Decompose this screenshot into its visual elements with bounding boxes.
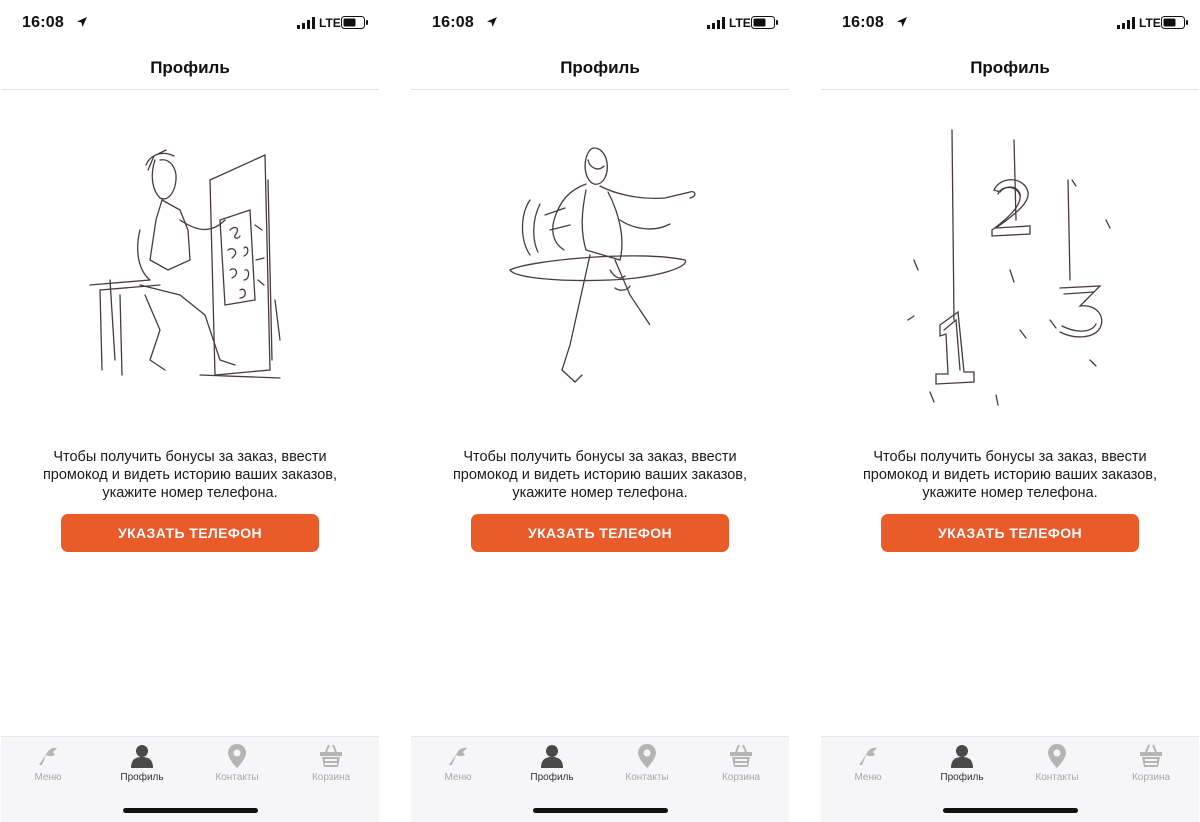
home-indicator: [533, 808, 668, 813]
tab-contacts[interactable]: Контакты: [602, 743, 692, 791]
profile-icon: [541, 745, 563, 768]
tab-menu[interactable]: Меню: [413, 743, 503, 791]
tab-contacts[interactable]: Контакты: [1012, 743, 1102, 791]
tab-cart[interactable]: Корзина: [1106, 743, 1196, 791]
tab-cart[interactable]: Корзина: [696, 743, 786, 791]
battery-icon: [1161, 16, 1188, 29]
page-title: Профиль: [150, 57, 230, 77]
navigation-bar: Профиль: [411, 46, 789, 90]
add-phone-button[interactable]: УКАЗАТЬ ТЕЛЕФОН: [881, 514, 1139, 552]
basket-icon: [730, 744, 752, 767]
tab-cart-label: Корзина: [721, 772, 761, 783]
status-time: 16:08: [432, 14, 474, 31]
location-arrow-icon: [77, 17, 87, 27]
menu-icon: [859, 747, 877, 765]
location-icon: [638, 744, 656, 768]
status-bar: 16:08 LTE: [1, 0, 379, 46]
phone-prompt-message: Чтобы получить бонусы за заказ, ввести п…: [42, 448, 338, 501]
tab-menu[interactable]: Меню: [3, 743, 93, 791]
add-phone-button[interactable]: УКАЗАТЬ ТЕЛЕФОН: [61, 514, 319, 552]
status-time: 16:08: [22, 14, 64, 31]
battery-icon: [341, 16, 368, 29]
basket-icon: [1140, 744, 1162, 767]
tab-contacts-label: Контакты: [1035, 772, 1079, 783]
status-bar: 16:08 LTE: [821, 0, 1199, 46]
phone-prompt-message: Чтобы получить бонусы за заказ, ввести п…: [862, 448, 1158, 501]
tab-cart-label: Корзина: [311, 772, 351, 783]
signal-icon: [1117, 17, 1135, 29]
phone-prompt-message: Чтобы получить бонусы за заказ, ввести п…: [452, 448, 748, 501]
tab-menu-label: Меню: [854, 772, 882, 783]
home-indicator: [123, 808, 258, 813]
menu-icon: [449, 747, 467, 765]
tab-profile-label: Профиль: [120, 772, 164, 783]
sketch-dancing-figure-illustration: [509, 147, 696, 383]
profile-icon: [131, 745, 153, 768]
sketch-person-illustration: [89, 149, 281, 379]
tab-profile-label: Профиль: [940, 772, 984, 783]
location-arrow-icon: [487, 17, 497, 27]
tab-cart[interactable]: Корзина: [286, 743, 376, 791]
carrier-label: LTE: [319, 16, 341, 30]
tab-menu-label: Меню: [34, 772, 62, 783]
signal-icon: [707, 17, 725, 29]
location-icon: [228, 744, 246, 768]
tab-menu[interactable]: Меню: [823, 743, 913, 791]
home-indicator: [943, 808, 1078, 813]
location-arrow-icon: [897, 17, 907, 27]
carrier-label: LTE: [1139, 16, 1161, 30]
tab-profile[interactable]: Профиль: [917, 743, 1007, 791]
location-icon: [1048, 744, 1066, 768]
tab-profile[interactable]: Профиль: [507, 743, 597, 791]
basket-icon: [320, 744, 342, 767]
carrier-label: LTE: [729, 16, 751, 30]
tab-contacts-label: Контакты: [625, 772, 669, 783]
tab-contacts[interactable]: Контакты: [192, 743, 282, 791]
add-phone-button[interactable]: УКАЗАТЬ ТЕЛЕФОН: [471, 514, 729, 552]
battery-icon: [751, 16, 778, 29]
menu-icon: [39, 747, 57, 765]
tab-profile-label: Профиль: [530, 772, 574, 783]
screenshot-canvas: 16:08 LTE Профиль Чтобы получить бонусы …: [0, 0, 1200, 822]
tab-profile[interactable]: Профиль: [97, 743, 187, 791]
navigation-bar: Профиль: [1, 46, 379, 90]
tab-contacts-label: Контакты: [215, 772, 259, 783]
status-bar: 16:08 LTE: [411, 0, 789, 46]
page-title: Профиль: [560, 57, 640, 77]
sketch-numbers-illustration: [907, 129, 1111, 406]
phone-screen-1: 16:08 LTE Профиль Чтобы получить бонусы …: [1, 0, 379, 822]
profile-icon: [951, 745, 973, 768]
status-time: 16:08: [842, 14, 884, 31]
signal-icon: [297, 17, 315, 29]
phone-screen-2: 16:08 LTE Профиль Чтобы получить бонусы …: [411, 0, 789, 822]
page-title: Профиль: [970, 57, 1050, 77]
tab-menu-label: Меню: [444, 772, 472, 783]
phone-screen-3: 16:08 LTE Профиль Чтобы получить бонусы …: [821, 0, 1199, 822]
tab-cart-label: Корзина: [1131, 772, 1171, 783]
navigation-bar: Профиль: [821, 46, 1199, 90]
